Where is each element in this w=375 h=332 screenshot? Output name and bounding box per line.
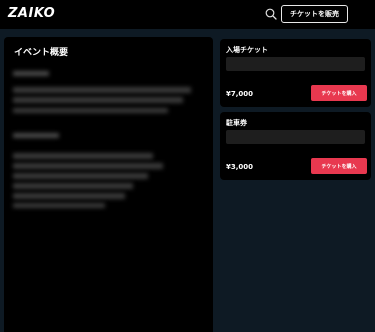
obscured-text xyxy=(13,183,133,189)
ticket-name: 駐車券 xyxy=(226,119,247,127)
obscured-text xyxy=(13,87,191,93)
buy-ticket-button[interactable]: チケットを購入 xyxy=(311,158,367,174)
obscured-text xyxy=(13,153,153,159)
sell-tickets-button[interactable]: チケットを販売 xyxy=(281,5,348,23)
zaiko-logo[interactable]: ZAIKO xyxy=(8,6,55,21)
obscured-text xyxy=(13,133,59,138)
ticket-price: ¥7,000 xyxy=(226,90,254,98)
top-header: ZAIKO チケットを販売 xyxy=(0,0,375,29)
ticket-description-placeholder xyxy=(226,130,365,144)
buy-ticket-button[interactable]: チケットを購入 xyxy=(311,85,367,101)
obscured-text xyxy=(13,108,168,113)
ticket-price: ¥3,000 xyxy=(226,163,254,171)
obscured-text xyxy=(13,71,49,76)
obscured-text xyxy=(13,203,105,208)
obscured-text xyxy=(13,193,125,199)
ticket-card-parking: 駐車券 ¥3,000 チケットを購入 xyxy=(220,112,371,180)
ticket-description-placeholder xyxy=(226,57,365,71)
obscured-text xyxy=(13,97,183,103)
obscured-text xyxy=(13,173,148,179)
ticket-card-admission: 入場チケット ¥7,000 チケットを購入 xyxy=(220,39,371,107)
obscured-text xyxy=(13,163,163,169)
event-overview-title: イベント概要 xyxy=(14,48,69,58)
ticket-name: 入場チケット xyxy=(226,46,268,54)
search-icon[interactable] xyxy=(265,8,277,20)
event-overview-panel: イベント概要 xyxy=(4,37,213,332)
